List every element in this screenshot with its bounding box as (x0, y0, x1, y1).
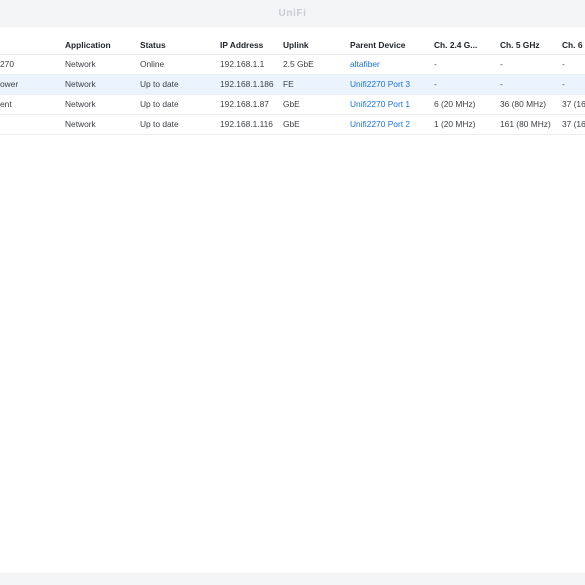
device-ch-2-4ghz: - (434, 79, 437, 89)
table-header: Application Status IP Address Uplink Par… (0, 36, 585, 55)
device-ip: 192.168.1.1 (220, 59, 265, 69)
parent-device-link[interactable]: Unifi2270 Port 2 (350, 115, 430, 134)
device-uplink: GbE (283, 99, 300, 109)
device-ip: 192.168.1.116 (220, 119, 273, 129)
device-ch-5ghz: 161 (80 MHz) (500, 119, 551, 129)
device-uplink: 2.5 GbE (283, 59, 314, 69)
title-bar: UniFi (0, 0, 585, 27)
device-ip: 192.168.1.186 (220, 79, 274, 89)
device-name[interactable]: ower (0, 75, 60, 94)
device-name[interactable] (0, 115, 60, 134)
device-uplink: GbE (283, 119, 300, 129)
bottom-bar (0, 573, 585, 585)
column-header-parent-device[interactable]: Parent Device (350, 36, 430, 54)
device-name[interactable]: 270 (0, 55, 60, 74)
device-application: Network (65, 99, 96, 109)
device-ch-6ghz: - (562, 79, 565, 89)
column-header-ch-6ghz[interactable]: Ch. 6 G (562, 36, 585, 54)
column-header-ch-5ghz[interactable]: Ch. 5 GHz (500, 36, 558, 54)
device-ch-2-4ghz: 1 (20 MHz) (434, 119, 476, 129)
device-status: Up to date (140, 119, 179, 129)
column-header-application[interactable]: Application (65, 36, 135, 54)
parent-device-link[interactable]: altafiber (350, 55, 430, 74)
column-header-status[interactable]: Status (140, 36, 215, 54)
device-application: Network (65, 79, 96, 89)
device-ip: 192.168.1.87 (220, 99, 269, 109)
parent-device-link[interactable]: Unifi2270 Port 3 (350, 75, 430, 94)
device-ch-5ghz: - (500, 79, 503, 89)
device-ch-5ghz: 36 (80 MHz) (500, 99, 547, 109)
table-row[interactable]: 270 Network Online 192.168.1.1 2.5 GbE a… (0, 55, 585, 75)
device-uplink: FE (283, 79, 294, 89)
device-ch-6ghz: 37 (16 (562, 119, 585, 129)
table-row[interactable]: ent Network Up to date 192.168.1.87 GbE … (0, 95, 585, 115)
device-application: Network (65, 119, 96, 129)
parent-device-link[interactable]: Unifi2270 Port 1 (350, 95, 430, 114)
device-name[interactable]: ent (0, 95, 60, 114)
device-ch-6ghz: 37 (16 (562, 99, 585, 109)
column-header-ip-address[interactable]: IP Address (220, 36, 280, 54)
device-application: Network (65, 59, 96, 69)
device-ch-5ghz: - (500, 59, 503, 69)
devices-table: Application Status IP Address Uplink Par… (0, 27, 585, 573)
device-status: Up to date (140, 99, 179, 109)
column-header-ch-2-4ghz[interactable]: Ch. 2.4 G... (434, 36, 496, 54)
app-title: UniFi (278, 8, 307, 19)
device-status: Up to date (140, 79, 179, 89)
table-row[interactable]: Network Up to date 192.168.1.116 GbE Uni… (0, 115, 585, 135)
device-ch-6ghz: - (562, 59, 565, 69)
table-row[interactable]: ower Network Up to date 192.168.1.186 FE… (0, 75, 585, 95)
device-ch-2-4ghz: 6 (20 MHz) (434, 99, 476, 109)
device-status: Online (140, 59, 165, 69)
device-ch-2-4ghz: - (434, 59, 437, 69)
column-header-uplink[interactable]: Uplink (283, 36, 345, 54)
